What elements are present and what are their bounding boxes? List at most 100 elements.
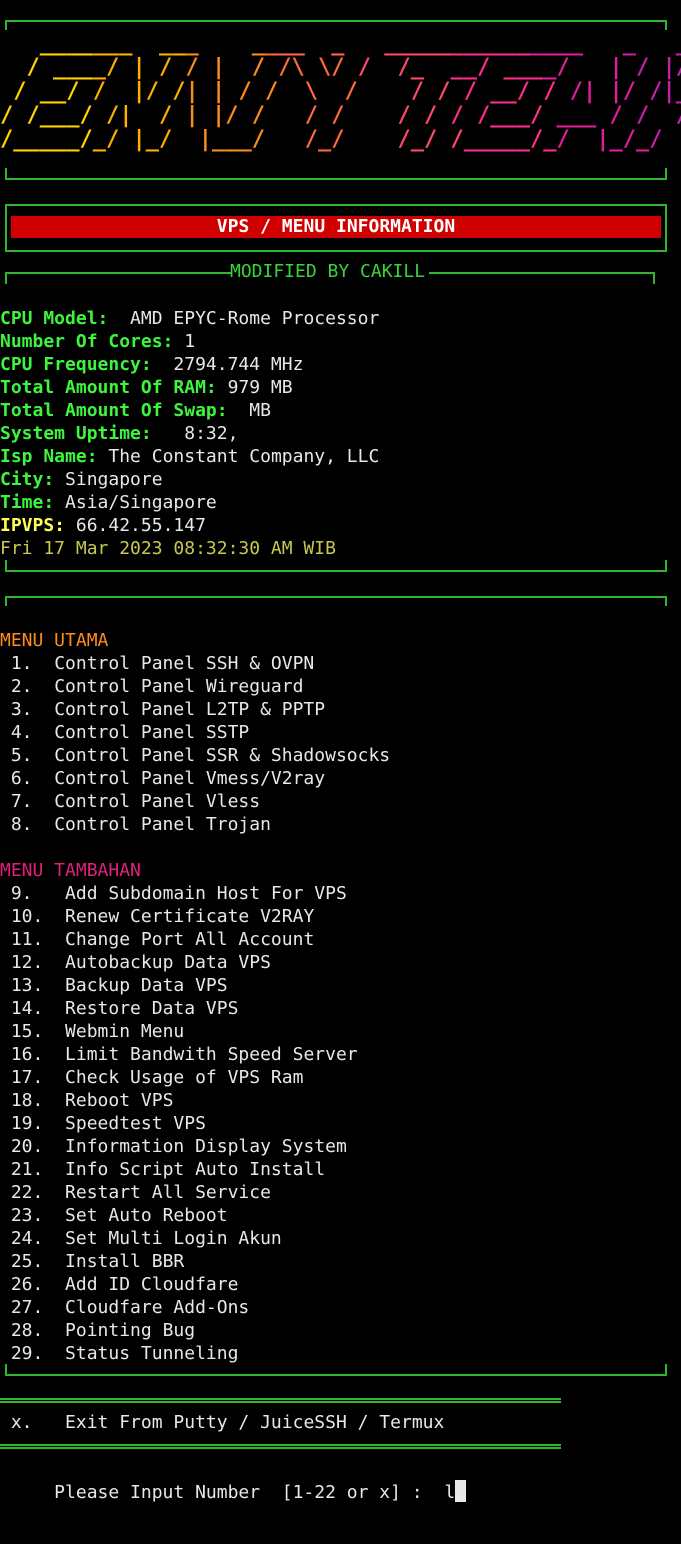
prompt-label: Please Input Number [1-22 or x] :	[0, 1482, 445, 1503]
menu-item[interactable]: 25. Install BBR	[0, 1250, 184, 1273]
menu-item[interactable]: 7. Control Panel Vless	[0, 790, 260, 813]
cpu-model-row: CPU Model: AMD EPYC-Rome Processor	[0, 307, 379, 330]
menu-item-label: Control Panel SSH & OVPN	[54, 653, 315, 674]
menu-item[interactable]: 3. Control Panel L2TP & PPTP	[0, 698, 325, 721]
menu-item-label: Control Panel Wireguard	[54, 676, 304, 697]
menu-item[interactable]: 12. Autobackup Data VPS	[0, 951, 271, 974]
menu-utama-title: MENU UTAMA	[0, 630, 109, 651]
menu-item[interactable]: 29. Status Tunneling	[0, 1342, 239, 1365]
swap-row: Total Amount Of Swap: MB	[0, 399, 271, 422]
prompt-input[interactable]: l	[444, 1482, 455, 1503]
menu-item[interactable]: 26. Add ID Cloudfare	[0, 1273, 239, 1296]
menu-item[interactable]: 9. Add Subdomain Host For VPS	[0, 882, 347, 905]
ip-value: 66.42.55.147	[65, 515, 206, 536]
menu-item[interactable]: 14. Restore Data VPS	[0, 997, 239, 1020]
menu-item-label: Control Panel SSR & Shadowsocks	[54, 745, 391, 766]
menu-item[interactable]: 17. Check Usage of VPS Ram	[0, 1066, 304, 1089]
cores-value: 1	[173, 331, 196, 352]
menu-item[interactable]: 2. Control Panel Wireguard	[0, 675, 304, 698]
city-row: City: Singapore	[0, 468, 163, 491]
menu-item-number: 11.	[0, 929, 66, 950]
swap-label: Total Amount Of Swap:	[0, 400, 228, 421]
menu-item-label: Backup Data VPS	[65, 975, 228, 996]
info-frame-bottom	[5, 560, 667, 572]
menu-item-number: 12.	[0, 952, 66, 973]
menu-item-label: Info Script Auto Install	[65, 1159, 326, 1180]
menu-item-number: 15.	[0, 1021, 66, 1042]
cursor	[455, 1480, 467, 1502]
menu-item[interactable]: 21. Info Script Auto Install	[0, 1158, 325, 1181]
ascii-logo: _______ ___ ____ _ _______________ _ __ …	[0, 30, 681, 160]
menu-item[interactable]: 5. Control Panel SSR & Shadowsocks	[0, 744, 390, 767]
menu-item-label: Control Panel L2TP & PPTP	[54, 699, 326, 720]
menu-item-number: 6.	[0, 768, 55, 789]
menu-item-number: 4.	[0, 722, 55, 743]
menu-item-number: 27.	[0, 1297, 66, 1318]
menu-item-label: Add ID Cloudfare	[65, 1274, 239, 1295]
menu-item-number: 3.	[0, 699, 55, 720]
menu-item-label: Check Usage of VPS Ram	[65, 1067, 304, 1088]
menu-item[interactable]: 6. Control Panel Vmess/V2ray	[0, 767, 325, 790]
menu-item-label: Control Panel SSTP	[54, 722, 250, 743]
cpu-model-label: CPU Model:	[0, 308, 109, 329]
menu-item-label: Pointing Bug	[65, 1320, 196, 1341]
isp-row: Isp Name: The Constant Company, LLC	[0, 445, 379, 468]
menu-item-label: Renew Certificate V2RAY	[65, 906, 315, 927]
menu-item[interactable]: 24. Set Multi Login Akun	[0, 1227, 282, 1250]
menu-item-label: Restore Data VPS	[65, 998, 239, 1019]
exit-item[interactable]: x. Exit From Putty / JuiceSSH / Termux	[0, 1411, 445, 1434]
banner-frame-top	[5, 20, 667, 30]
menu-item[interactable]: 27. Cloudfare Add-Ons	[0, 1296, 249, 1319]
isp-label: Isp Name:	[0, 446, 98, 467]
exit-label: Exit From Putty / JuiceSSH / Termux	[65, 1412, 445, 1433]
menu-item-number: 7.	[0, 791, 55, 812]
menu-item[interactable]: 11. Change Port All Account	[0, 928, 314, 951]
menu-title: VPS / MENU INFORMATION	[216, 216, 456, 237]
isp-value: The Constant Company, LLC	[97, 446, 380, 467]
ip-row: IPVPS: 66.42.55.147	[0, 514, 206, 537]
datetime: Fri 17 Mar 2023 08:32:30 AM WIB	[0, 538, 336, 559]
menu-item[interactable]: 10. Renew Certificate V2RAY	[0, 905, 314, 928]
menu-item[interactable]: 22. Restart All Service	[0, 1181, 271, 1204]
ram-value: 979 MB	[216, 377, 293, 398]
menu-item-number: 29.	[0, 1343, 66, 1364]
cpu-model-value: AMD EPYC-Rome Processor	[108, 308, 380, 329]
menu-tambahan-title: MENU TAMBAHAN	[0, 860, 141, 881]
menu-item[interactable]: 15. Webmin Menu	[0, 1020, 184, 1043]
logo-line: /_____/_/ |_/ |___/ /_/ /_/ /_____/_/ |_…	[0, 127, 663, 152]
menu-item[interactable]: 18. Reboot VPS	[0, 1089, 174, 1112]
menu-item-label: Limit Bandwith Speed Server	[65, 1044, 358, 1065]
menu-item[interactable]: 28. Pointing Bug	[0, 1319, 195, 1342]
uptime-value: 8:32,	[151, 423, 239, 444]
menu-item[interactable]: 1. Control Panel SSH & OVPN	[0, 652, 314, 675]
menu-item[interactable]: 20. Information Display System	[0, 1135, 347, 1158]
menu-item-label: Webmin Menu	[65, 1021, 185, 1042]
time-value: Asia/Singapore	[54, 492, 217, 513]
menu-item[interactable]: 16. Limit Bandwith Speed Server	[0, 1043, 358, 1066]
menu-item-number: 21.	[0, 1159, 66, 1180]
menu-item-number: 22.	[0, 1182, 66, 1203]
frequency-value: 2794.744 MHz	[151, 354, 304, 375]
menu-item-number: 10.	[0, 906, 66, 927]
menu-item[interactable]: 8. Control Panel Trojan	[0, 813, 271, 836]
ip-label: IPVPS:	[0, 515, 66, 536]
input-prompt[interactable]: Please Input Number [1-22 or x] : l	[0, 1480, 467, 1503]
menu-item[interactable]: 23. Set Auto Reboot	[0, 1204, 228, 1227]
menu-item[interactable]: 19. Speedtest VPS	[0, 1112, 206, 1135]
menu-item[interactable]: 4. Control Panel SSTP	[0, 721, 249, 744]
menu-item-label: Add Subdomain Host For VPS	[65, 883, 347, 904]
uptime-row: System Uptime: 8:32,	[0, 422, 238, 445]
menu-item-label: Change Port All Account	[65, 929, 315, 950]
menu-item-label: Status Tunneling	[65, 1343, 239, 1364]
exit-number: x.	[0, 1412, 66, 1433]
menu-item-number: 13.	[0, 975, 66, 996]
menu-item-label: Information Display System	[65, 1136, 347, 1157]
menu-item-label: Control Panel Trojan	[54, 814, 271, 835]
menu-item[interactable]: 13. Backup Data VPS	[0, 974, 228, 997]
city-value: Singapore	[54, 469, 163, 490]
menu-item-label: Install BBR	[65, 1251, 185, 1272]
modified-by-label: MODIFIED BY CAKILL	[230, 261, 426, 282]
menu-item-number: 23.	[0, 1205, 66, 1226]
menu-item-number: 8.	[0, 814, 55, 835]
menu-item-number: 2.	[0, 676, 55, 697]
